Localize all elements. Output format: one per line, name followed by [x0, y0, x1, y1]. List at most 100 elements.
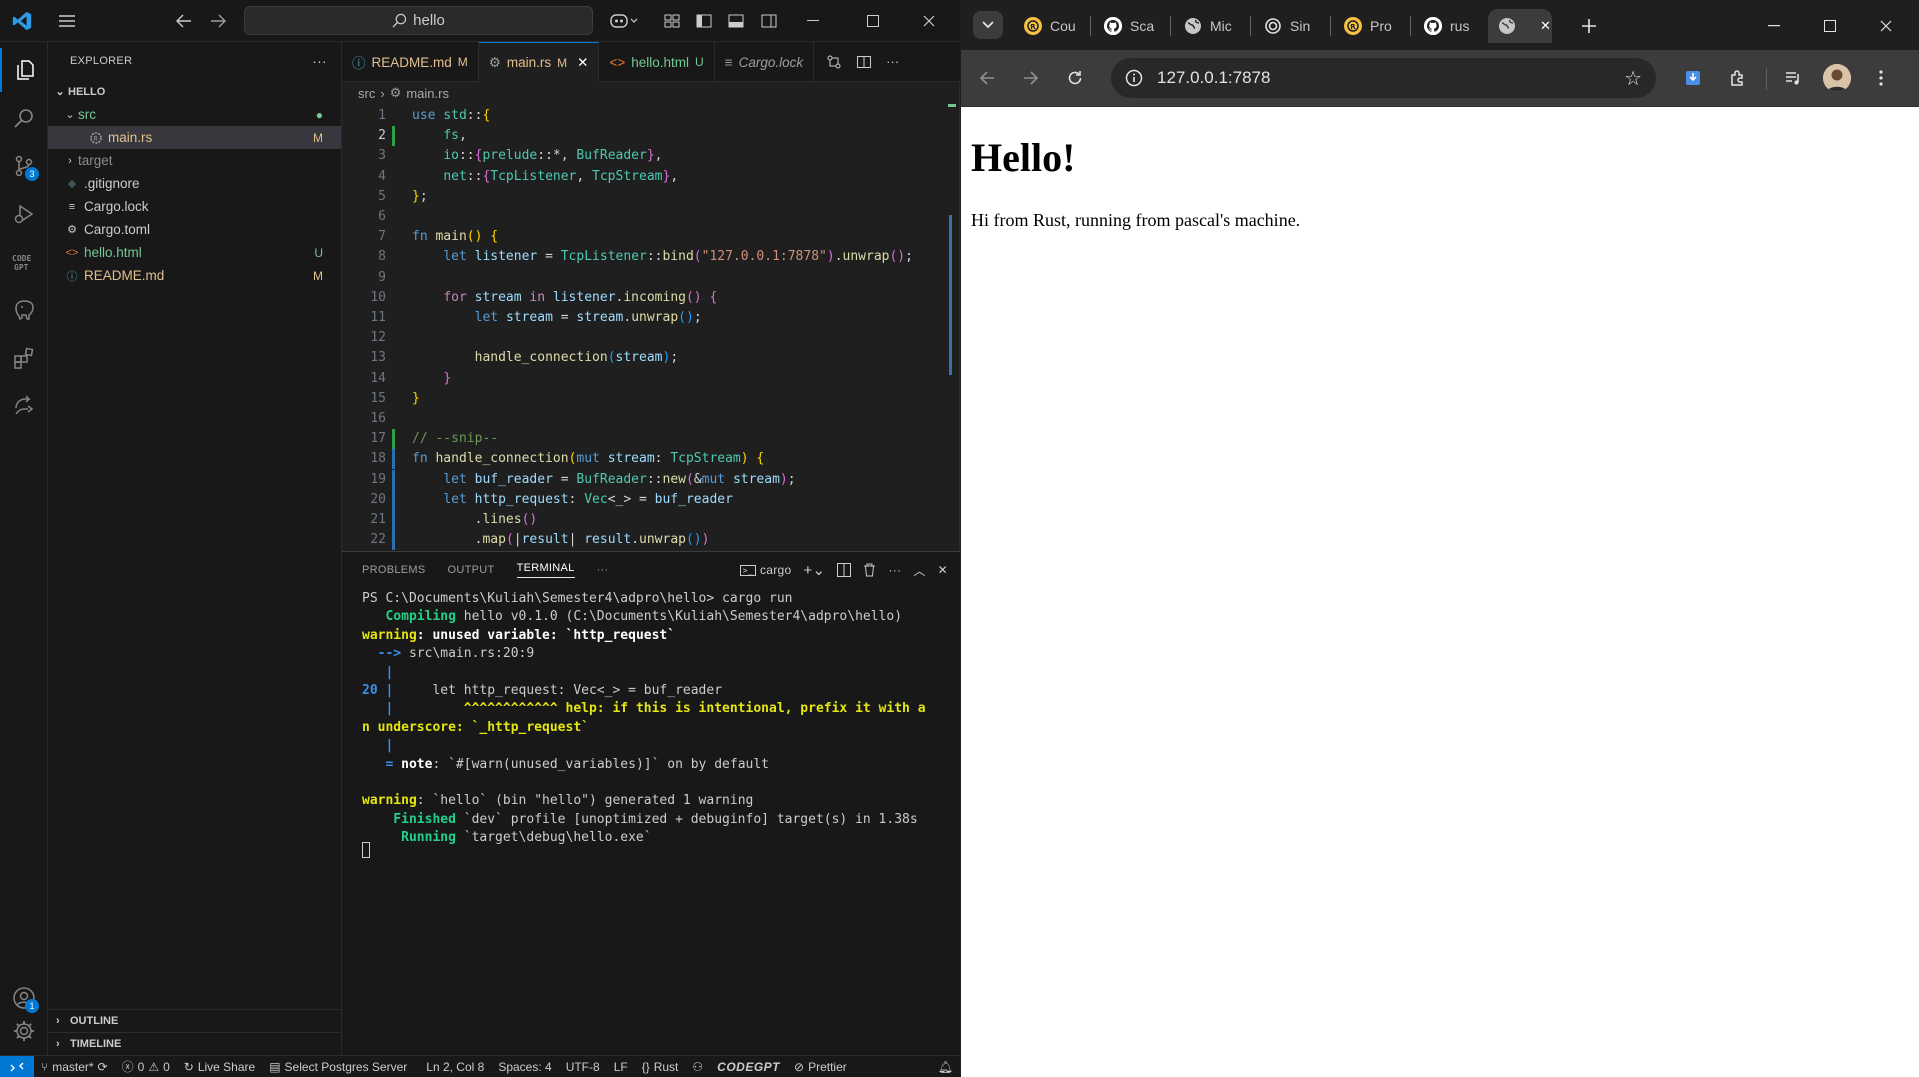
code-line[interactable]: 15} — [342, 389, 960, 409]
problems-indicator[interactable]: ⓧ 0 ⚠ 0 — [115, 1058, 177, 1075]
tab-readme[interactable]: ⓘ README.md M — [342, 42, 479, 82]
code-line[interactable]: 18 fn handle_connection(mut stream: TcpSt… — [342, 449, 960, 470]
forward-arrow-icon[interactable] — [206, 9, 230, 33]
media-controls-icon[interactable] — [1779, 64, 1807, 92]
code-editor[interactable]: 1 use std::{2 fs, 3 io::{prelude::*, BufRe… — [342, 104, 960, 550]
chrome-tab-active[interactable]: ✕ — [1488, 9, 1552, 43]
more-actions-icon[interactable]: ··· — [886, 54, 899, 69]
tree-item-hello-html[interactable]: <> hello.html U — [48, 241, 341, 264]
toggle-secondary-sidebar-icon[interactable] — [757, 9, 781, 33]
chrome-tab[interactable]: Sin — [1254, 9, 1330, 43]
code-line[interactable]: 10 for stream in listener.incoming() { — [342, 288, 960, 308]
notifications-bell-icon[interactable]: 🔔︎ — [931, 1060, 960, 1074]
code-line[interactable]: 20 let http_request: Vec<_> = buf_reader — [342, 489, 960, 510]
maximize-icon[interactable] — [856, 9, 890, 33]
command-center-search[interactable]: hello — [244, 6, 593, 35]
explorer-more-actions[interactable]: ··· — [312, 53, 327, 69]
extensions-icon[interactable] — [0, 336, 48, 380]
chrome-menu-kebab-icon[interactable] — [1867, 64, 1895, 92]
chrome-tab[interactable]: rus — [1414, 9, 1490, 43]
run-debug-icon[interactable] — [0, 192, 48, 236]
code-line[interactable]: 11 let stream = stream.unwrap(); — [342, 308, 960, 328]
minimize-icon[interactable] — [796, 9, 830, 33]
breadcrumb-file[interactable]: main.rs — [406, 86, 449, 101]
live-share-button[interactable]: ↻ Live Share — [177, 1060, 262, 1074]
code-line[interactable]: 21 .lines() — [342, 510, 960, 530]
code-line[interactable]: 16 — [342, 409, 960, 429]
new-tab-plus-icon[interactable] — [1575, 12, 1603, 40]
encoding[interactable]: UTF-8 — [559, 1060, 607, 1074]
tree-item-gitignore[interactable]: ◆ .gitignore — [48, 172, 341, 195]
close-panel-icon[interactable]: ✕ — [938, 563, 948, 577]
back-arrow-icon[interactable] — [973, 64, 1001, 92]
forward-arrow-icon[interactable] — [1017, 64, 1045, 92]
indentation[interactable]: Spaces: 4 — [491, 1060, 558, 1074]
tree-item-cargo-lock[interactable]: ≡ Cargo.lock — [48, 195, 341, 218]
manage-gear-icon[interactable] — [0, 1009, 48, 1053]
split-editor-icon[interactable] — [856, 54, 872, 70]
code-line[interactable]: 4 net::{TcpListener, TcpStream}, — [342, 167, 960, 187]
codegpt-icon[interactable]: CODE GPT — [0, 240, 48, 284]
outline-section[interactable]: › OUTLINE — [48, 1009, 342, 1032]
close-window-icon[interactable] — [1869, 12, 1903, 40]
code-line[interactable]: 8 let listener = TcpListener::bind("127.… — [342, 247, 960, 267]
tab-problems[interactable]: PROBLEMS — [362, 564, 426, 576]
source-control-icon[interactable]: 3 — [0, 144, 48, 188]
site-info-icon[interactable] — [1125, 69, 1143, 87]
code-line[interactable]: 17 // --snip-- — [342, 429, 960, 450]
toggle-primary-sidebar-icon[interactable] — [692, 9, 716, 33]
close-tab-icon[interactable]: ✕ — [577, 55, 588, 71]
new-terminal-icon[interactable]: +⌄ — [804, 561, 826, 579]
tab-hello-html[interactable]: <> hello.html U — [599, 42, 715, 82]
postgres-server-selector[interactable]: ▤ Select Postgres Server — [262, 1060, 414, 1074]
reload-icon[interactable] — [1061, 64, 1089, 92]
code-line[interactable]: 19 let buf_reader = BufReader::new(&mut … — [342, 469, 960, 490]
minimize-icon[interactable] — [1757, 12, 1791, 40]
toggle-panel-icon[interactable] — [724, 9, 748, 33]
tab-terminal[interactable]: TERMINAL — [516, 562, 575, 578]
code-line[interactable]: 2 fs, — [342, 126, 960, 147]
timeline-section[interactable]: › TIMELINE — [48, 1032, 342, 1055]
tree-item-cargo-toml[interactable]: ⚙ Cargo.toml — [48, 218, 341, 241]
menu-icon[interactable] — [54, 9, 80, 33]
search-view-icon[interactable] — [0, 96, 48, 140]
git-branch[interactable]: ⑂ master* ⟳ — [34, 1060, 115, 1074]
code-line[interactable]: 1 use std::{ — [342, 106, 960, 126]
tab-main-rs[interactable]: ⚙ main.rs M ✕ — [478, 42, 600, 82]
explorer-icon[interactable] — [0, 48, 48, 92]
chrome-tab[interactable]: R Cou — [1014, 9, 1090, 43]
maximize-icon[interactable] — [1813, 12, 1847, 40]
tree-item-readme[interactable]: ⓘ README.md M — [48, 264, 341, 287]
address-bar[interactable]: 127.0.0.1:7878 ☆ — [1111, 58, 1656, 98]
panel-more-icon[interactable]: ··· — [597, 564, 609, 576]
remote-indicator-icon[interactable] — [0, 1055, 34, 1077]
codegpt-status[interactable]: CODEGPT — [710, 1060, 787, 1074]
tree-item-target[interactable]: › target — [48, 149, 341, 172]
code-line[interactable]: 13 handle_connection(stream); — [342, 348, 960, 368]
tab-output[interactable]: OUTPUT — [448, 564, 495, 576]
chrome-tab[interactable]: Mic — [1174, 9, 1250, 43]
code-line[interactable]: 14 } — [342, 369, 960, 389]
tab-search-dropdown-icon[interactable] — [973, 11, 1003, 39]
bookmark-star-icon[interactable]: ☆ — [1624, 66, 1642, 91]
chrome-tab[interactable]: R Pro — [1334, 9, 1410, 43]
avatar[interactable] — [1823, 64, 1851, 92]
code-line[interactable]: 3 io::{prelude::*, BufReader}, — [342, 146, 960, 166]
remote-explorer-icon[interactable] — [0, 384, 48, 428]
split-terminal-icon[interactable] — [837, 563, 852, 577]
terminal-output[interactable]: PS C:\Documents\Kuliah\Semester4\adpro\h… — [362, 590, 926, 847]
chrome-tab[interactable]: Sca — [1094, 9, 1170, 43]
extensions-puzzle-icon[interactable] — [1724, 64, 1752, 92]
code-line[interactable]: 22 .map(|result| result.unwrap()) — [342, 530, 960, 550]
code-line[interactable]: 7 fn main() { — [342, 227, 960, 247]
scrollbar-thumb[interactable] — [949, 215, 952, 375]
code-line[interactable]: 12 — [342, 328, 960, 348]
breadcrumb-folder[interactable]: src — [358, 86, 375, 101]
cursor-position[interactable]: Ln 2, Col 8 — [414, 1060, 491, 1074]
close-tab-icon[interactable]: ✕ — [1540, 18, 1551, 34]
compare-changes-icon[interactable] — [826, 54, 842, 70]
extension-download-icon[interactable] — [1679, 64, 1707, 92]
code-line[interactable]: 6 — [342, 207, 960, 227]
language-mode[interactable]: {} Rust — [635, 1060, 686, 1074]
copilot-icon[interactable] — [604, 9, 644, 33]
